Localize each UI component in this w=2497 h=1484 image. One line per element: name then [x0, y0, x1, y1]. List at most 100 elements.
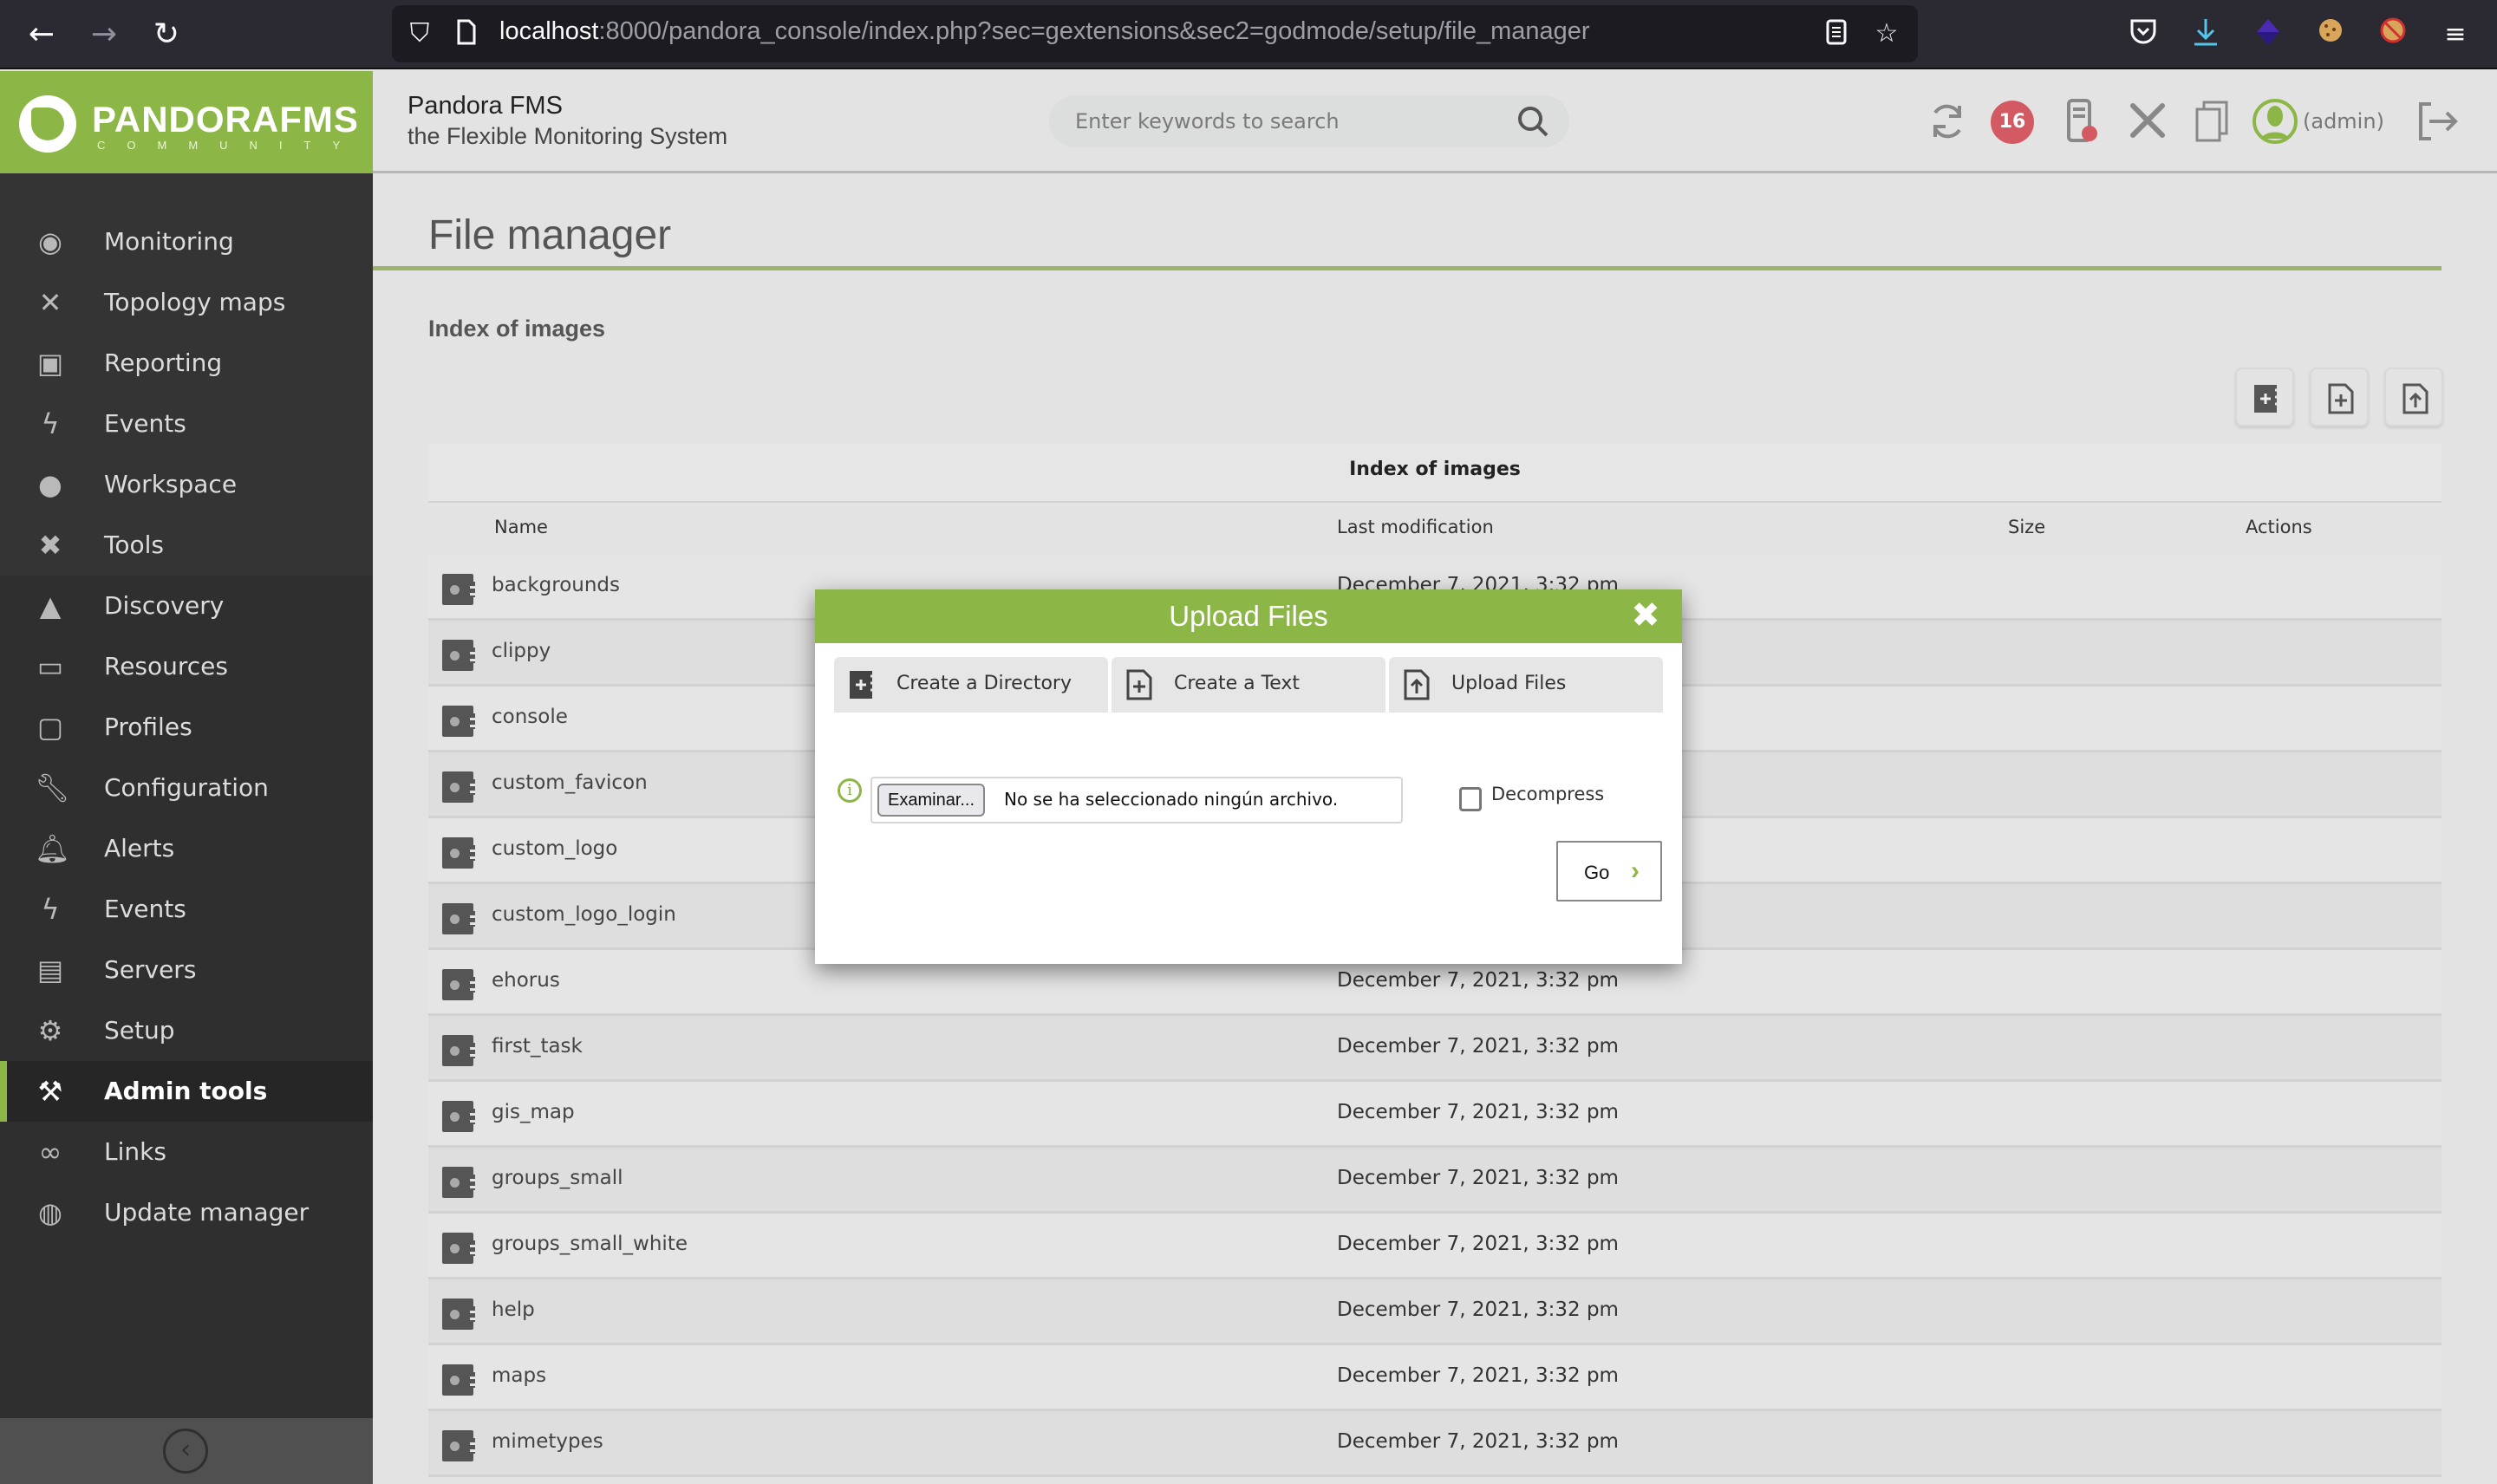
sidebar-item-discovery[interactable]: ▲ Discovery	[0, 576, 373, 636]
folder-icon[interactable]	[442, 1364, 475, 1396]
tools-icon[interactable]	[2124, 97, 2173, 146]
shield-icon[interactable]: ⛉	[406, 19, 434, 49]
sidebar-item-tools[interactable]: ✖ Tools	[0, 515, 373, 576]
file-name[interactable]: groups_small_white	[492, 1233, 688, 1255]
file-name[interactable]: ehorus	[492, 969, 560, 992]
column-header-last-modification[interactable]: Last modification	[1337, 517, 1494, 537]
folder-icon[interactable]	[442, 640, 475, 671]
forward-icon[interactable]: →	[85, 16, 123, 54]
sidebar-item-events-config[interactable]: ϟ Events	[0, 879, 373, 940]
logout-icon[interactable]	[2412, 97, 2461, 146]
table-row[interactable]: gis_map December 7, 2021, 3:32 pm	[428, 1082, 2442, 1148]
app-header: Pandora FMS the Flexible Monitoring Syst…	[373, 71, 2497, 173]
upload-file-icon	[2402, 383, 2429, 414]
extension-icon[interactable]	[2251, 17, 2285, 52]
table-row[interactable]: groups_small December 7, 2021, 3:32 pm	[428, 1148, 2442, 1214]
browse-button[interactable]: Examinar...	[877, 784, 986, 817]
file-name[interactable]: backgrounds	[492, 574, 620, 596]
file-name[interactable]: custom_logo_login	[492, 903, 676, 926]
address-bar[interactable]: ⛉ localhost:8000/pandora_console/index.p…	[392, 5, 1918, 62]
folder-icon[interactable]	[442, 706, 475, 737]
sidebar-item-topology-maps[interactable]: ✕ Topology maps	[0, 272, 373, 333]
reader-mode-icon[interactable]	[1822, 19, 1850, 49]
url-text[interactable]: localhost:8000/pandora_console/index.php…	[499, 17, 1590, 46]
sidebar-item-servers[interactable]: ▤ Servers	[0, 940, 373, 1000]
tab-create-directory[interactable]: Create a Directory	[834, 657, 1108, 713]
folder-icon[interactable]	[442, 1101, 475, 1132]
file-name[interactable]: groups_small	[492, 1167, 623, 1189]
pandora-logo[interactable]: PANDORAFMS COMMUNITY	[0, 71, 373, 173]
file-name[interactable]: first_task	[492, 1035, 583, 1058]
menu-icon[interactable]: ≡	[2438, 17, 2473, 52]
search-input[interactable]	[1075, 95, 1509, 147]
folder-icon[interactable]	[442, 1167, 475, 1198]
user-label[interactable]: (admin)	[2303, 109, 2384, 133]
folder-icon[interactable]	[442, 837, 475, 869]
tab-upload-files[interactable]: Upload Files	[1389, 657, 1663, 713]
sidebar-item-events[interactable]: ϟ Events	[0, 394, 373, 454]
upload-files-button[interactable]	[2384, 368, 2443, 426]
file-name[interactable]: mimetypes	[492, 1430, 603, 1453]
server-alert-icon[interactable]	[2058, 97, 2107, 146]
folder-icon[interactable]	[442, 574, 475, 605]
file-name[interactable]: help	[492, 1298, 535, 1321]
table-caption: Index of images	[428, 444, 2442, 503]
column-header-size[interactable]: Size	[2008, 517, 2045, 537]
column-header-name[interactable]: Name	[494, 517, 548, 537]
sidebar-item-reporting[interactable]: ▣ Reporting	[0, 333, 373, 394]
sidebar-item-resources[interactable]: ▭ Resources	[0, 636, 373, 697]
table-row[interactable]: maps December 7, 2021, 3:32 pm	[428, 1345, 2442, 1411]
copy-icon[interactable]	[2190, 97, 2239, 146]
folder-icon[interactable]	[442, 771, 475, 803]
sidebar-item-alerts[interactable]: 🔔︎ Alerts	[0, 818, 373, 879]
pocket-icon[interactable]	[2126, 17, 2161, 52]
create-text-button[interactable]	[2310, 368, 2369, 426]
table-row[interactable]: mimetypes December 7, 2021, 3:32 pm	[428, 1411, 2442, 1477]
download-icon[interactable]	[2188, 17, 2223, 52]
close-icon[interactable]: ✖	[1630, 598, 1661, 633]
folder-icon[interactable]	[442, 1035, 475, 1066]
search-icon[interactable]	[1514, 102, 1552, 140]
go-button[interactable]: Go ›	[1556, 841, 1662, 901]
sidebar-item-label: Events	[104, 895, 186, 923]
sidebar-item-admin-tools[interactable]: ⚒ Admin tools	[0, 1061, 373, 1122]
folder-icon[interactable]	[442, 1233, 475, 1264]
user-avatar-icon[interactable]	[2251, 97, 2299, 146]
sidebar-item-configuration[interactable]: 🔧︎ Configuration	[0, 758, 373, 818]
sidebar-item-setup[interactable]: ⚙ Setup	[0, 1000, 373, 1061]
sidebar-item-monitoring[interactable]: ◉ Monitoring	[0, 212, 373, 272]
sidebar-item-workspace[interactable]: ● Workspace	[0, 454, 373, 515]
decompress-checkbox[interactable]	[1459, 787, 1482, 811]
sidebar-item-links[interactable]: ∞ Links	[0, 1122, 373, 1182]
info-icon[interactable]: i	[838, 778, 862, 803]
refresh-icon[interactable]	[1923, 97, 1972, 146]
decompress-label[interactable]: Decompress	[1491, 784, 1604, 804]
bookmark-star-icon[interactable]: ☆	[1873, 19, 1900, 49]
file-name[interactable]: custom_favicon	[492, 771, 648, 794]
back-icon[interactable]: ←	[23, 16, 61, 54]
file-name[interactable]: maps	[492, 1364, 546, 1387]
table-row[interactable]: help December 7, 2021, 3:32 pm	[428, 1279, 2442, 1345]
file-input[interactable]: Examinar... No se ha seleccionado ningún…	[870, 777, 1403, 823]
folder-icon[interactable]	[442, 903, 475, 934]
sidebar-item-label: Resources	[104, 652, 228, 680]
sidebar-item-profiles[interactable]: ▢ Profiles	[0, 697, 373, 758]
file-name[interactable]: custom_logo	[492, 837, 617, 860]
cookie-icon[interactable]	[2313, 17, 2348, 52]
table-row[interactable]: groups_small_white December 7, 2021, 3:32…	[428, 1214, 2442, 1279]
blocked-cookie-icon[interactable]	[2376, 17, 2410, 52]
folder-icon[interactable]	[442, 1298, 475, 1330]
file-name[interactable]: clippy	[492, 640, 551, 662]
file-name[interactable]: console	[492, 706, 568, 728]
collapse-sidebar-icon[interactable]: ‹	[163, 1429, 208, 1474]
sidebar-item-update-manager[interactable]: ◍ Update manager	[0, 1182, 373, 1243]
reload-icon[interactable]: ↻	[147, 16, 186, 54]
table-row[interactable]: first_task December 7, 2021, 3:32 pm	[428, 1016, 2442, 1082]
tab-create-text[interactable]: Create a Text	[1112, 657, 1385, 713]
page-icon[interactable]	[453, 19, 480, 49]
notifications-badge[interactable]: 16	[1991, 101, 2034, 144]
create-directory-button[interactable]	[2235, 368, 2294, 426]
file-name[interactable]: gis_map	[492, 1101, 575, 1123]
folder-icon[interactable]	[442, 1430, 475, 1461]
folder-icon[interactable]	[442, 969, 475, 1000]
